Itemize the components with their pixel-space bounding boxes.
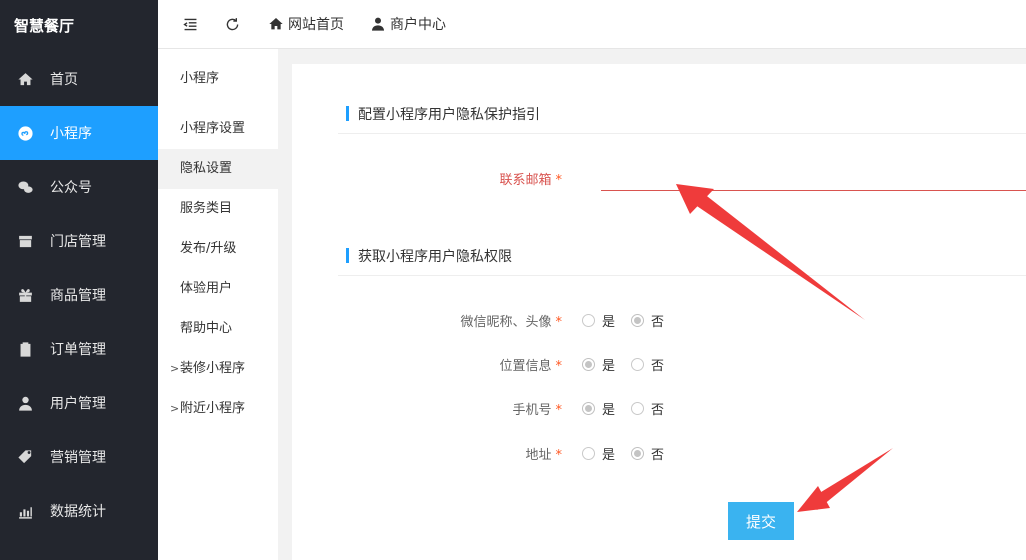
permission-label: 手机号 * (512, 402, 562, 418)
content-panel: 配置小程序用户隐私保护指引 联系邮箱 * 获取小程序用户隐私权限 微信昵称、头像 *… (292, 64, 1026, 560)
wechat-icon (16, 178, 34, 196)
radio-yes[interactable]: 是 (582, 444, 615, 463)
gift-icon (16, 286, 34, 304)
sidebar-item-miniprogram[interactable]: 小程序 (0, 106, 158, 160)
submenu-item-service-category[interactable]: 服务类目 (158, 189, 278, 229)
submenu-item-settings[interactable]: 小程序设置 (158, 109, 278, 149)
tag-icon (16, 448, 34, 466)
home-icon (269, 18, 283, 30)
sidebar-item-label: 首页 (50, 72, 78, 88)
permission-row-nickname-avatar: 微信昵称、头像 * 是 否 (292, 305, 1026, 335)
permission-label: 微信昵称、头像 * (460, 314, 562, 330)
sidebar-item-label: 数据统计 (50, 504, 106, 520)
merchant-center-label: 商户中心 (390, 17, 446, 33)
permission-label: 地址 * (525, 447, 562, 463)
sidebar-item-label: 用户管理 (50, 396, 106, 412)
submenu-group-label: 装修小程序 (180, 361, 246, 376)
sidebar-item-home[interactable]: 首页 (0, 52, 158, 106)
permission-row-address: 地址 * 是 否 (292, 438, 1026, 468)
sidebar-item-users[interactable]: 用户管理 (0, 376, 158, 430)
submenu-item-privacy[interactable]: 隐私设置 (158, 149, 278, 189)
chevron-right-icon: > (170, 402, 180, 415)
radio-yes[interactable]: 是 (582, 355, 615, 374)
submenu-group-decorate[interactable]: >装修小程序 (158, 349, 278, 389)
user-icon (372, 17, 384, 31)
section-header-privacy-guide: 配置小程序用户隐私保护指引 (338, 94, 1026, 134)
sidebar-item-products[interactable]: 商品管理 (0, 268, 158, 322)
sidebar-item-orders[interactable]: 订单管理 (0, 322, 158, 376)
main-sidebar: 智慧餐厅 首页 小程序 公众号 门店管理 商品管理 订单管理 用户管理 营销管理… (0, 0, 158, 560)
website-home-label: 网站首页 (288, 17, 344, 33)
sidebar-item-stores[interactable]: 门店管理 (0, 214, 158, 268)
radio-no[interactable]: 否 (631, 444, 664, 463)
submit-button[interactable]: 提交 (728, 502, 794, 540)
submenu-group-label: 附近小程序 (180, 401, 246, 416)
brand-title: 智慧餐厅 (14, 17, 75, 35)
sidebar-item-label: 小程序 (50, 126, 92, 142)
chevron-right-icon: > (170, 362, 180, 375)
radio-no[interactable]: 否 (631, 311, 664, 330)
radio-yes[interactable]: 是 (582, 311, 615, 330)
submenu-item-publish[interactable]: 发布/升级 (158, 229, 278, 269)
chart-icon (16, 502, 34, 520)
sidebar-item-statistics[interactable]: 数据统计 (0, 484, 158, 538)
email-field[interactable] (601, 190, 1026, 191)
radio-yes[interactable]: 是 (582, 399, 615, 418)
permission-row-location: 位置信息 * 是 否 (292, 349, 1026, 379)
sidebar-item-label: 订单管理 (50, 342, 106, 358)
section-title: 配置小程序用户隐私保护指引 (358, 106, 540, 123)
permission-row-phone: 手机号 * 是 否 (292, 393, 1026, 423)
top-header: 网站首页 商户中心 (158, 0, 1026, 49)
sidebar-item-label: 营销管理 (50, 450, 106, 466)
sidebar-item-label: 门店管理 (50, 234, 106, 250)
website-home-link[interactable]: 网站首页 (268, 14, 344, 34)
permission-label: 位置信息 * (499, 358, 562, 374)
collapse-menu-icon[interactable] (180, 14, 200, 34)
section-title: 获取小程序用户隐私权限 (358, 248, 512, 265)
sidebar-item-marketing[interactable]: 营销管理 (0, 430, 158, 484)
email-row: 联系邮箱 * (292, 163, 1026, 193)
submenu-title: 小程序 (180, 71, 220, 86)
clipboard-icon (16, 340, 34, 358)
submenu-item-help[interactable]: 帮助中心 (158, 309, 278, 349)
user-icon (16, 394, 34, 412)
merchant-center-link[interactable]: 商户中心 (370, 14, 446, 34)
radio-no[interactable]: 否 (631, 399, 664, 418)
sidebar-item-label: 公众号 (50, 180, 92, 196)
submenu-group-nearby[interactable]: >附近小程序 (158, 389, 278, 429)
submenu-item-trial-users[interactable]: 体验用户 (158, 269, 278, 309)
section-header-privacy-permissions: 获取小程序用户隐私权限 (338, 236, 1026, 276)
home-icon (16, 70, 34, 88)
store-icon (16, 232, 34, 250)
sidebar-item-official-account[interactable]: 公众号 (0, 160, 158, 214)
refresh-icon[interactable] (222, 14, 242, 34)
email-label: 联系邮箱 * (499, 172, 562, 188)
sidebar-item-label: 商品管理 (50, 288, 106, 304)
secondary-menu: 小程序 小程序设置 隐私设置 服务类目 发布/升级 体验用户 帮助中心 >装修小… (158, 49, 278, 560)
radio-no[interactable]: 否 (631, 355, 664, 374)
miniprogram-icon (16, 124, 34, 142)
